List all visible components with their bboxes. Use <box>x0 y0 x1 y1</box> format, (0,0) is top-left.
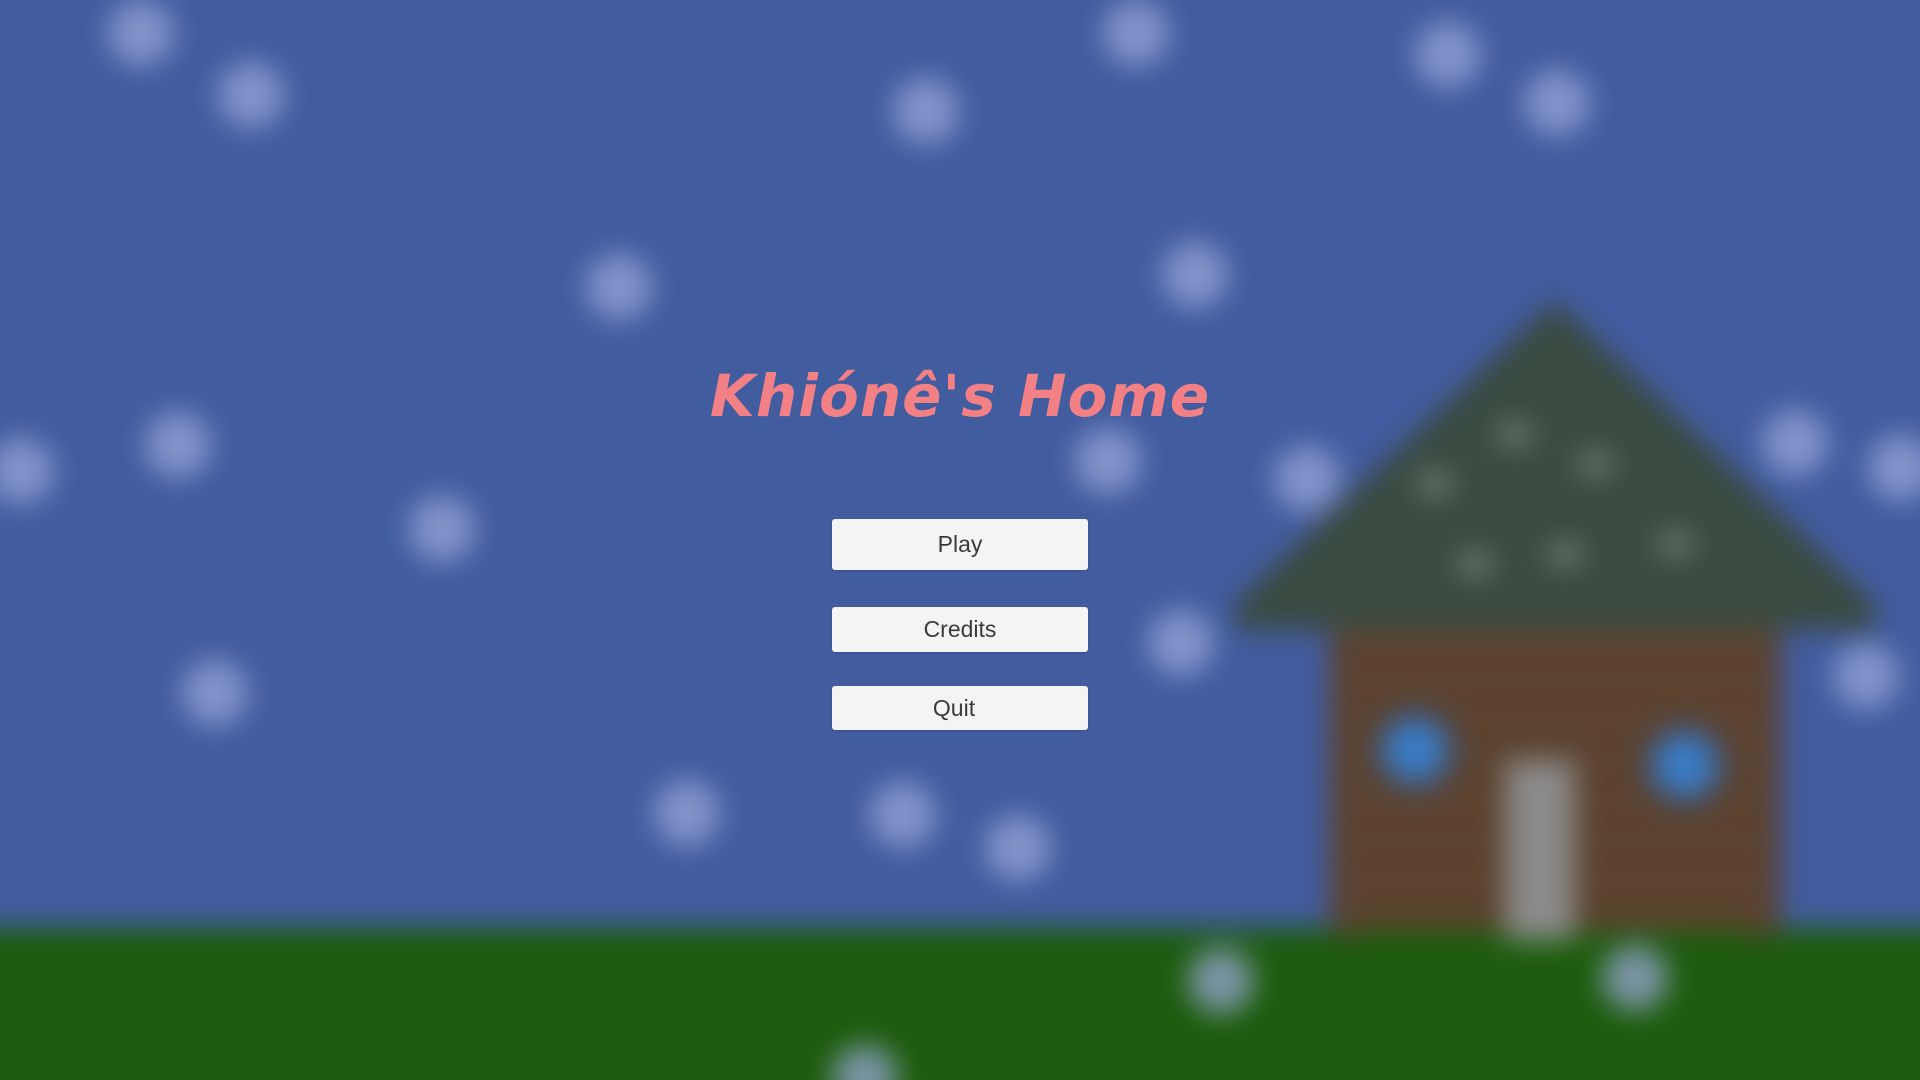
quit-button-label: Quit <box>932 694 976 721</box>
snowflake-icon <box>1188 948 1254 1014</box>
snowflake-icon <box>1602 945 1668 1011</box>
snowflake-icon <box>1524 70 1590 136</box>
window-icon <box>1370 705 1460 795</box>
play-button[interactable]: Play <box>832 519 1088 570</box>
snowflake-icon <box>1103 0 1169 66</box>
snowflake-icon <box>1415 22 1481 88</box>
snowflake-icon <box>654 780 720 846</box>
credits-button-label: Credits <box>923 616 997 642</box>
credits-button[interactable]: Credits <box>832 607 1088 652</box>
snowflake-icon <box>870 782 936 848</box>
snowflake-icon <box>1075 428 1141 494</box>
snowflake-icon <box>108 0 174 66</box>
snowflake-icon <box>1162 242 1228 308</box>
snowflake-icon <box>586 254 652 320</box>
snowflake-icon <box>218 62 284 128</box>
cabin-roof <box>1235 300 1875 630</box>
snowflake-icon <box>893 78 959 144</box>
game-title: Khiónê's Home <box>709 362 1211 430</box>
snowflake-icon <box>1148 610 1214 676</box>
snowflake-icon <box>985 815 1051 881</box>
play-button-label: Play <box>937 531 983 557</box>
snowflake-icon <box>0 438 54 504</box>
quit-button[interactable]: Quit <box>832 686 1088 730</box>
door-icon <box>1505 760 1575 940</box>
main-menu-screen: Khiónê's Home Play Credits Quit <box>0 0 1920 1080</box>
snowflake-icon <box>409 496 475 562</box>
window-icon <box>1640 720 1730 810</box>
snowflake-icon <box>1868 435 1920 501</box>
snowflake-icon <box>182 660 248 726</box>
